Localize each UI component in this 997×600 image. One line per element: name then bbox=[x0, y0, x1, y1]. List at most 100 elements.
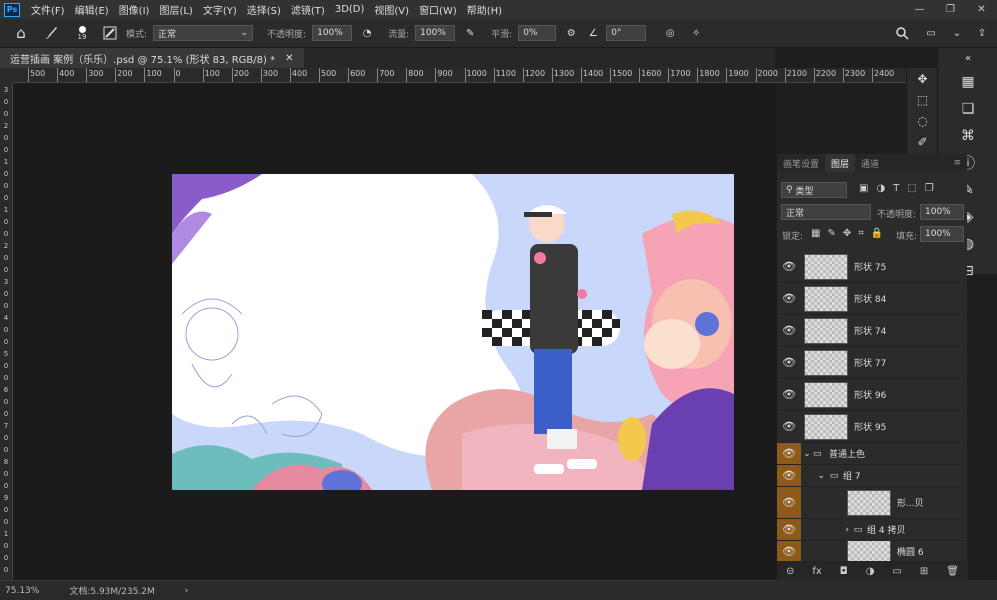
eye-icon[interactable]: 👁 bbox=[777, 251, 801, 282]
brush-settings-icon[interactable] bbox=[100, 26, 120, 40]
menu-edit[interactable]: 编辑(E) bbox=[70, 2, 114, 17]
mask-icon[interactable]: ◘ bbox=[840, 566, 848, 577]
layer-row[interactable]: 👁 形状 74 bbox=[777, 315, 968, 347]
eye-icon[interactable]: 👁 bbox=[777, 519, 801, 540]
menu-filter[interactable]: 滤镜(T) bbox=[286, 2, 330, 17]
search-icon[interactable] bbox=[891, 26, 913, 40]
close-icon[interactable]: ✕ bbox=[285, 53, 293, 64]
group-row[interactable]: 👁 ⌄ ▭ 普通上色 bbox=[777, 443, 968, 465]
paths-icon[interactable]: ⌘ bbox=[938, 122, 997, 149]
opacity-input[interactable]: 100% bbox=[312, 25, 353, 41]
menu-type[interactable]: 文字(Y) bbox=[198, 2, 242, 17]
status-arrow[interactable]: › bbox=[185, 586, 189, 596]
maximize-button[interactable]: ❐ bbox=[935, 0, 966, 19]
panel-menu-icon[interactable]: ≡ bbox=[947, 154, 967, 172]
link-layers-icon[interactable]: ⊝ bbox=[786, 566, 794, 577]
lasso-tool-icon[interactable]: ◌ bbox=[907, 110, 938, 131]
chevron-down-icon[interactable]: ⌄ bbox=[801, 471, 825, 481]
gear-icon[interactable]: ⚙ bbox=[562, 28, 580, 39]
type-filter-icon[interactable]: T bbox=[893, 183, 899, 194]
marquee-tool-icon[interactable]: ⬚ bbox=[907, 89, 938, 110]
home-icon[interactable]: ⌂ bbox=[10, 24, 32, 42]
layer-opacity-input[interactable]: 100% bbox=[920, 204, 964, 220]
menu-3d[interactable]: 3D(D) bbox=[330, 4, 370, 15]
chevron-down-icon[interactable]: ⌄ bbox=[801, 449, 813, 459]
minimize-button[interactable]: — bbox=[904, 0, 935, 19]
eye-icon[interactable]: 👁 bbox=[777, 315, 801, 346]
eye-icon[interactable]: 👁 bbox=[777, 411, 801, 442]
tab-channels[interactable]: 通道 bbox=[855, 154, 885, 172]
group-row[interactable]: 👁 ⌄ ▭ 组 7 bbox=[777, 465, 968, 487]
layer-thumbnail bbox=[804, 349, 848, 376]
chevron-down-icon[interactable]: ⌄ bbox=[949, 28, 965, 39]
lock-all-icon[interactable]: 🔒 bbox=[871, 228, 883, 239]
layer-row[interactable]: 👁 形状 96 bbox=[777, 379, 968, 411]
pressure-size-icon[interactable]: ◎ bbox=[660, 28, 680, 39]
lock-pixels-icon[interactable]: ▦ bbox=[811, 228, 820, 239]
close-window-button[interactable]: ✕ bbox=[966, 0, 997, 19]
new-layer-icon[interactable]: ⊞ bbox=[920, 566, 928, 577]
layer-row[interactable]: 👁 形状 95 bbox=[777, 411, 968, 443]
angle-input[interactable]: 0° bbox=[606, 25, 647, 41]
mode-select[interactable]: 正常 ⌄ bbox=[153, 25, 254, 41]
eye-icon[interactable]: 👁 bbox=[777, 379, 801, 410]
chevron-right-icon[interactable]: › bbox=[801, 525, 849, 535]
layer-row[interactable]: 👁 形状 77 bbox=[777, 347, 968, 379]
artboard[interactable] bbox=[172, 174, 734, 490]
pressure-opacity-icon[interactable]: ◔ bbox=[358, 28, 376, 39]
smooth-input[interactable]: 0% bbox=[518, 25, 557, 41]
layer-row[interactable]: 👁 形状 84 bbox=[777, 283, 968, 315]
tab-layers[interactable]: 图层 bbox=[825, 154, 856, 172]
layer-row[interactable]: 👁 椭圆 6 bbox=[777, 541, 968, 562]
eye-icon[interactable]: 👁 bbox=[777, 541, 801, 561]
move-tool-icon[interactable]: ✥ bbox=[907, 68, 938, 89]
zoom-level[interactable]: 75.13% bbox=[5, 586, 39, 596]
layer-row[interactable]: 👁 形...贝 bbox=[777, 487, 968, 519]
lock-position-icon[interactable]: ✥ bbox=[843, 228, 851, 239]
eye-icon[interactable]: 👁 bbox=[777, 465, 801, 486]
menu-select[interactable]: 选择(S) bbox=[242, 2, 286, 17]
filter-kind-select[interactable]: ⚲ 类型 bbox=[781, 182, 847, 198]
lock-artboard-icon[interactable]: ⌗ bbox=[858, 228, 864, 239]
image-filter-icon[interactable]: ▣ bbox=[859, 183, 868, 194]
layer-row[interactable]: 👁 形状 75 bbox=[777, 251, 968, 283]
brush-tool-icon[interactable] bbox=[38, 25, 64, 41]
eye-icon[interactable]: 👁 bbox=[777, 443, 801, 464]
tab-brush-settings[interactable]: 画笔设置 bbox=[777, 154, 825, 172]
grid-icon[interactable]: ▦ bbox=[938, 68, 997, 95]
adjustment-icon[interactable]: ◑ bbox=[866, 566, 875, 577]
canvas-area[interactable] bbox=[13, 83, 776, 580]
group-row[interactable]: 👁 › ▭ 组 4 拷贝 bbox=[777, 519, 968, 541]
new-group-icon[interactable]: ▭ bbox=[892, 566, 901, 577]
flow-input[interactable]: 100% bbox=[415, 25, 456, 41]
share-icon[interactable]: ⇪ bbox=[971, 28, 993, 39]
document-tab[interactable]: 运营插画 案例（乐乐）.psd @ 75.1% (形状 83, RGB/8) *… bbox=[0, 48, 304, 68]
menu-view[interactable]: 视图(V) bbox=[369, 2, 414, 17]
menu-help[interactable]: 帮助(H) bbox=[462, 2, 507, 17]
layer-thumbnail bbox=[804, 381, 848, 408]
workspace-icon[interactable]: ▭ bbox=[919, 28, 943, 39]
smart-filter-icon[interactable]: ❐ bbox=[925, 183, 934, 194]
blend-mode-select[interactable]: 正常 bbox=[781, 204, 871, 220]
delete-icon[interactable]: 🗑 bbox=[946, 566, 959, 577]
brush-preset-picker[interactable]: 19 bbox=[70, 25, 94, 41]
quick-select-icon[interactable]: ✐ bbox=[907, 131, 938, 152]
status-bar: 75.13% 文档:5.93M/235.2M › bbox=[0, 580, 776, 600]
menu-layer[interactable]: 图层(L) bbox=[154, 2, 197, 17]
fx-icon[interactable]: fx bbox=[812, 566, 821, 577]
shape-filter-icon[interactable]: ⬚ bbox=[907, 183, 916, 194]
chevron-left-icon[interactable]: « bbox=[938, 48, 997, 68]
symmetry-icon[interactable]: ✧ bbox=[686, 28, 706, 39]
fill-input[interactable]: 100% bbox=[920, 226, 964, 242]
menu-image[interactable]: 图像(I) bbox=[114, 2, 155, 17]
adjust-filter-icon[interactable]: ◑ bbox=[876, 183, 885, 194]
history-icon[interactable]: ❏ bbox=[938, 95, 997, 122]
menu-window[interactable]: 窗口(W) bbox=[414, 2, 462, 17]
ruler-tick: 0 bbox=[3, 506, 9, 514]
menu-file[interactable]: 文件(F) bbox=[26, 2, 70, 17]
lock-paint-icon[interactable]: ✎ bbox=[827, 228, 835, 239]
airbrush-icon[interactable]: ✎ bbox=[461, 28, 479, 39]
eye-icon[interactable]: 👁 bbox=[777, 487, 801, 518]
eye-icon[interactable]: 👁 bbox=[777, 347, 801, 378]
eye-icon[interactable]: 👁 bbox=[777, 283, 801, 314]
